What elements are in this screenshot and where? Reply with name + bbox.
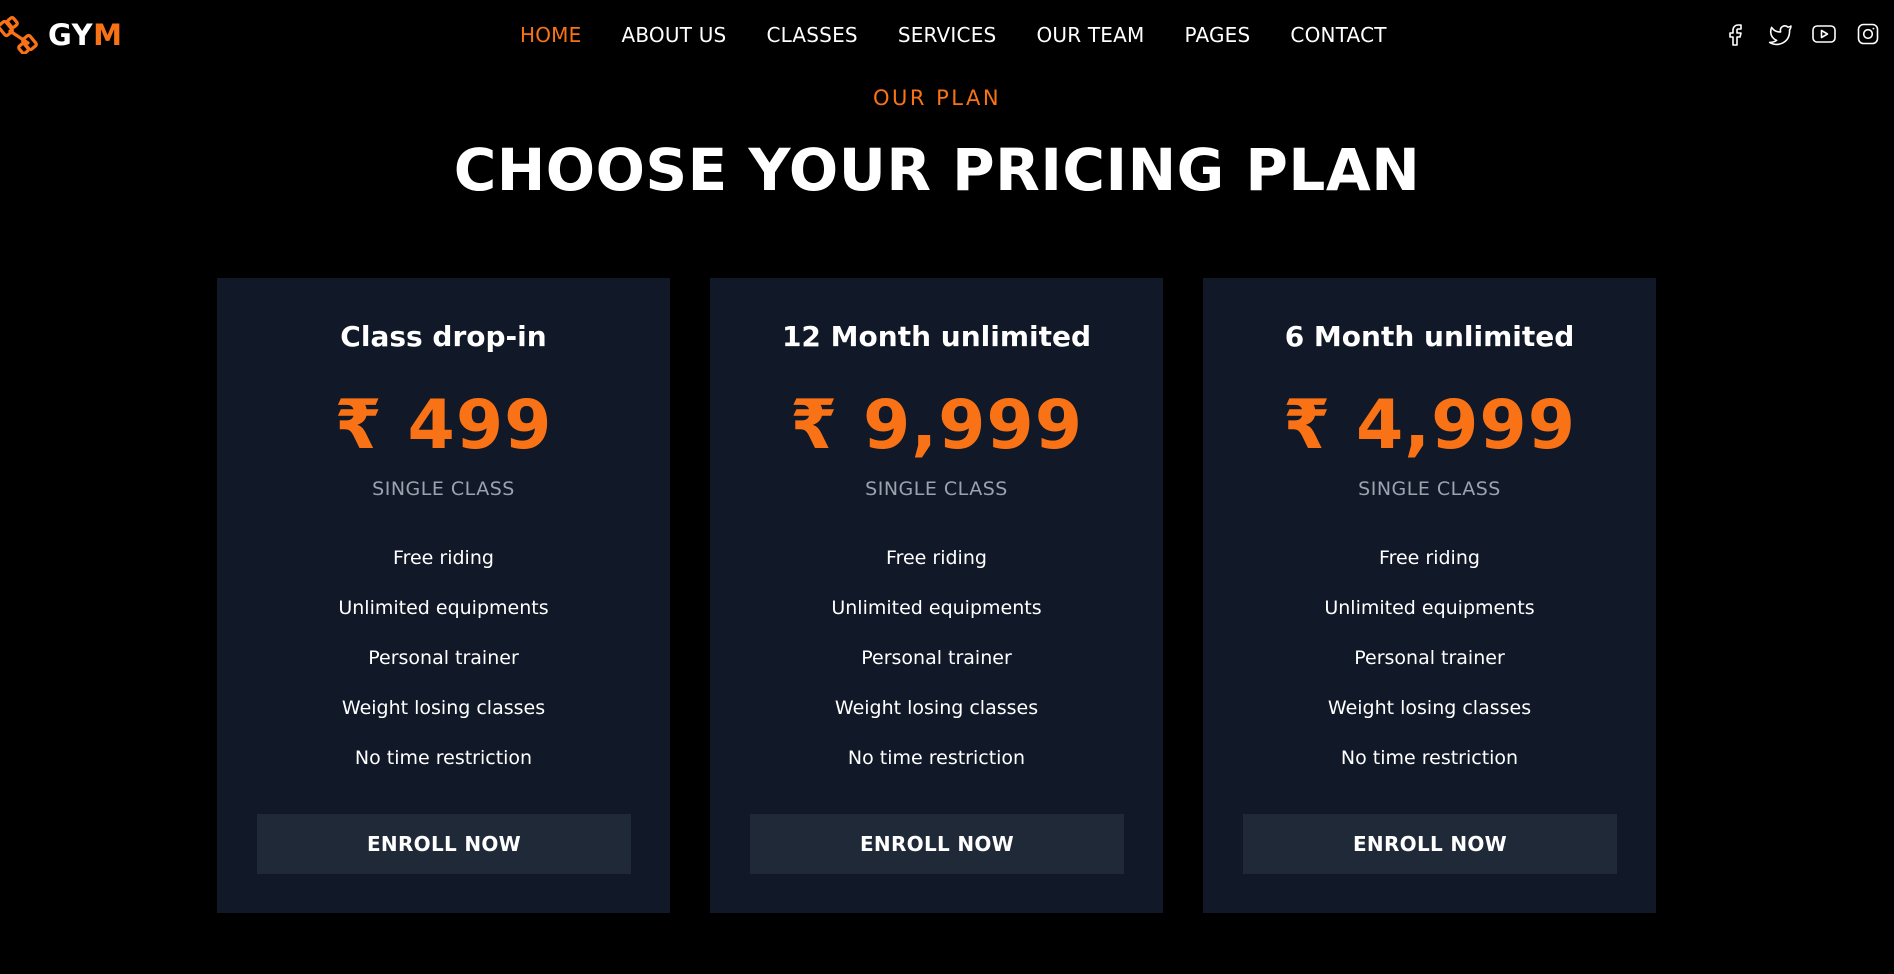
youtube-icon[interactable] xyxy=(1810,20,1838,48)
plan-subtitle: SINGLE CLASS xyxy=(1358,478,1501,500)
feature-item: No time restriction xyxy=(847,747,1026,769)
feature-item: Unlimited equipments xyxy=(338,597,549,619)
feature-item: Weight losing classes xyxy=(1327,697,1532,719)
plan-subtitle: SINGLE CLASS xyxy=(372,478,515,500)
feature-list: Free riding Unlimited equipments Persona… xyxy=(217,548,670,798)
pricing-card-6-month: 6 Month unlimited ₹ 4,999 SINGLE CLASS F… xyxy=(1203,278,1656,913)
feature-item: Free riding xyxy=(393,547,494,569)
feature-item: Weight losing classes xyxy=(834,697,1039,719)
nav-home[interactable]: HOME xyxy=(520,23,581,47)
enroll-button[interactable]: ENROLL NOW xyxy=(257,814,631,874)
nav-about-us[interactable]: ABOUT US xyxy=(621,23,726,47)
pricing-cards: Class drop-in ₹ 499 SINGLE CLASS Free ri… xyxy=(217,278,1656,913)
social-links xyxy=(1706,20,1882,48)
plan-price: ₹ 4,999 xyxy=(1282,386,1577,465)
nav-services[interactable]: SERVICES xyxy=(898,23,997,47)
plan-title: Class drop-in xyxy=(340,320,547,353)
dumbbell-icon xyxy=(0,16,38,54)
feature-item: Personal trainer xyxy=(368,647,519,669)
feature-item: Free riding xyxy=(886,547,987,569)
plan-subtitle: SINGLE CLASS xyxy=(865,478,1008,500)
feature-list: Free riding Unlimited equipments Persona… xyxy=(1203,548,1656,798)
feature-item: Unlimited equipments xyxy=(1324,597,1535,619)
plan-title: 6 Month unlimited xyxy=(1284,320,1575,353)
nav-pages[interactable]: PAGES xyxy=(1184,23,1250,47)
enroll-button[interactable]: ENROLL NOW xyxy=(1243,814,1617,874)
logo[interactable]: GYM xyxy=(0,16,123,54)
pricing-card-class-drop-in: Class drop-in ₹ 499 SINGLE CLASS Free ri… xyxy=(217,278,670,913)
plan-price: ₹ 499 xyxy=(334,386,553,465)
feature-item: Unlimited equipments xyxy=(831,597,1042,619)
facebook-icon[interactable] xyxy=(1722,20,1750,48)
plan-price: ₹ 9,999 xyxy=(789,386,1084,465)
feature-item: No time restriction xyxy=(354,747,533,769)
logo-text: GYM xyxy=(48,18,123,52)
site-header: GYM HOME ABOUT US CLASSES SERVICES OUR T… xyxy=(0,0,1894,70)
section-eyebrow: OUR PLAN xyxy=(872,86,1002,110)
enroll-button[interactable]: ENROLL NOW xyxy=(750,814,1124,874)
page-title: CHOOSE YOUR PRICING PLAN xyxy=(453,136,1421,204)
feature-item: Free riding xyxy=(1379,547,1480,569)
feature-list: Free riding Unlimited equipments Persona… xyxy=(710,548,1163,798)
pricing-card-12-month: 12 Month unlimited ₹ 9,999 SINGLE CLASS … xyxy=(710,278,1163,913)
feature-item: Personal trainer xyxy=(861,647,1012,669)
feature-item: No time restriction xyxy=(1340,747,1519,769)
nav-our-team[interactable]: OUR TEAM xyxy=(1036,23,1144,47)
twitter-icon[interactable] xyxy=(1766,20,1794,48)
plan-title: 12 Month unlimited xyxy=(781,320,1092,353)
instagram-icon[interactable] xyxy=(1854,20,1882,48)
main-nav: HOME ABOUT US CLASSES SERVICES OUR TEAM … xyxy=(520,22,1387,48)
feature-item: Personal trainer xyxy=(1354,647,1505,669)
feature-item: Weight losing classes xyxy=(341,697,546,719)
nav-classes[interactable]: CLASSES xyxy=(766,23,857,47)
nav-contact[interactable]: CONTACT xyxy=(1290,23,1386,47)
